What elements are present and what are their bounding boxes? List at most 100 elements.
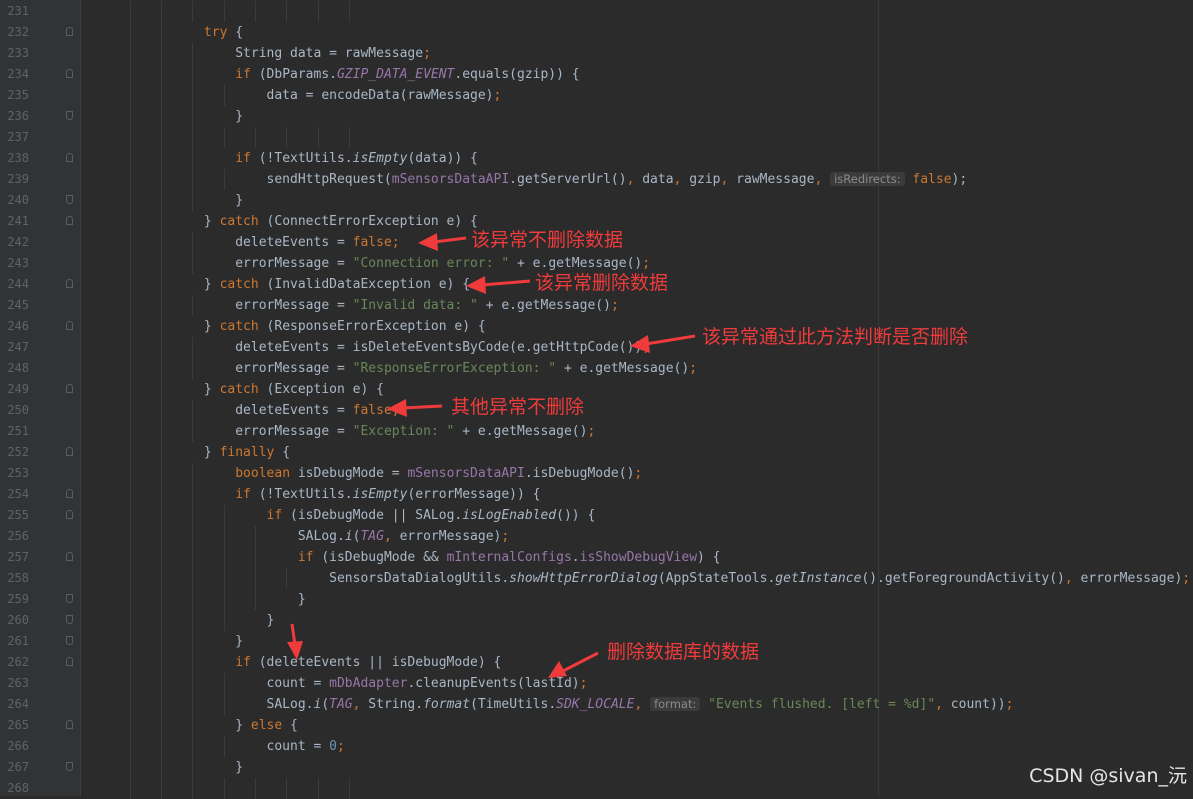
fold-marker-icon[interactable] xyxy=(66,279,73,288)
code-line[interactable]: 234 if (DbParams.GZIP_DATA_EVENT.equals(… xyxy=(0,64,1193,85)
code-line[interactable]: 249 } catch (Exception e) { xyxy=(0,379,1193,400)
code-line[interactable]: 264 SALog.i(TAG, String.format(TimeUtils… xyxy=(0,694,1193,715)
code-token: ; xyxy=(423,46,431,61)
code-line[interactable]: 239 sendHttpRequest(mSensorsDataAPI.getS… xyxy=(0,169,1193,190)
code-token: } xyxy=(110,718,251,733)
code-token: mSensorsDataAPI xyxy=(407,466,525,481)
code-line[interactable]: 245 errorMessage = "Invalid data: " + e.… xyxy=(0,295,1193,316)
fold-marker-icon[interactable] xyxy=(66,27,73,36)
code-text: } catch (ConnectErrorException e) { xyxy=(110,211,478,232)
code-token: String. xyxy=(360,697,424,712)
code-token: if xyxy=(266,508,283,523)
code-token: + e.getMessage() xyxy=(477,298,611,313)
code-line[interactable]: 263 count = mDbAdapter.cleanupEvents(las… xyxy=(0,673,1193,694)
code-line[interactable]: 259 } xyxy=(0,589,1193,610)
fold-marker-icon[interactable] xyxy=(66,636,73,645)
code-line[interactable]: 251 errorMessage = "Exception: " + e.get… xyxy=(0,421,1193,442)
fold-marker-icon[interactable] xyxy=(66,195,73,204)
fold-marker-icon[interactable] xyxy=(66,447,73,456)
fold-marker-icon[interactable] xyxy=(66,615,73,624)
code-token: count)) xyxy=(942,697,1006,712)
line-number: 267 xyxy=(7,760,29,774)
code-line[interactable]: 255 if (isDebugMode || SALog.isLogEnable… xyxy=(0,505,1193,526)
code-text: SALog.i(TAG, errorMessage); xyxy=(110,526,509,547)
code-line[interactable]: 267 } xyxy=(0,757,1193,778)
code-text: if (deleteEvents || isDebugMode) { xyxy=(110,652,501,673)
line-number: 238 xyxy=(7,151,29,165)
code-text: try { xyxy=(110,22,243,43)
fold-marker-icon[interactable] xyxy=(66,111,73,120)
code-line[interactable]: 236 } xyxy=(0,106,1193,127)
code-line[interactable]: 231 xyxy=(0,1,1193,22)
code-token: isEmpty xyxy=(352,151,408,166)
code-line[interactable]: 250 deleteEvents = false; xyxy=(0,400,1193,421)
code-text: } catch (Exception e) { xyxy=(110,379,384,400)
code-token: catch xyxy=(219,214,259,229)
code-token: ()) { xyxy=(556,508,596,523)
code-token: false xyxy=(352,403,392,418)
code-token: } xyxy=(110,193,244,208)
code-token: (Exception e) { xyxy=(258,382,384,397)
code-token: ; xyxy=(634,466,643,481)
code-editor[interactable]: 231 232 try {233 String data = rawMessage… xyxy=(0,0,1193,799)
code-token: if xyxy=(235,655,251,670)
code-token: deleteEvents = xyxy=(110,235,353,250)
code-line[interactable]: 235 data = encodeData(rawMessage); xyxy=(0,85,1193,106)
fold-marker-icon[interactable] xyxy=(66,69,73,78)
fold-marker-icon[interactable] xyxy=(66,321,73,330)
code-line[interactable]: 233 String data = rawMessage; xyxy=(0,43,1193,64)
line-number: 246 xyxy=(7,319,29,333)
fold-marker-icon[interactable] xyxy=(66,657,73,666)
code-line[interactable]: 240 } xyxy=(0,190,1193,211)
fold-marker-icon[interactable] xyxy=(66,153,73,162)
code-token: false xyxy=(352,235,392,250)
code-line[interactable]: 266 count = 0; xyxy=(0,736,1193,757)
code-line[interactable]: 253 boolean isDebugMode = mSensorsDataAP… xyxy=(0,463,1193,484)
fold-marker-icon[interactable] xyxy=(66,510,73,519)
fold-marker-icon[interactable] xyxy=(66,762,73,771)
code-line[interactable]: 261 } xyxy=(0,631,1193,652)
code-token: , xyxy=(383,529,392,544)
code-line[interactable]: 265 } else { xyxy=(0,715,1193,736)
line-number: 250 xyxy=(7,403,29,417)
code-text: String data = rawMessage; xyxy=(110,43,431,64)
code-token: format xyxy=(423,697,471,712)
code-line[interactable]: 248 errorMessage = "ResponseErrorExcepti… xyxy=(0,358,1193,379)
code-line[interactable]: 256 SALog.i(TAG, errorMessage); xyxy=(0,526,1193,547)
line-number: 245 xyxy=(7,298,29,312)
line-number: 258 xyxy=(7,571,29,585)
code-line[interactable]: 247 deleteEvents = isDeleteEventsByCode(… xyxy=(0,337,1193,358)
code-line[interactable]: 238 if (!TextUtils.isEmpty(data)) { xyxy=(0,148,1193,169)
code-token: SALog. xyxy=(110,697,314,712)
code-line[interactable]: 232 try { xyxy=(0,22,1193,43)
line-number: 234 xyxy=(7,67,29,81)
code-line[interactable]: 258 SensorsDataDialogUtils.showHttpError… xyxy=(0,568,1193,589)
fold-marker-icon[interactable] xyxy=(66,552,73,561)
annotation-response-decide: 该异常通过此方法判断是否删除 xyxy=(702,326,969,348)
code-line[interactable]: 257 if (isDebugMode && mInternalConfigs.… xyxy=(0,547,1193,568)
line-number: 256 xyxy=(7,529,29,543)
fold-marker-icon[interactable] xyxy=(66,489,73,498)
code-line[interactable]: 260 } xyxy=(0,610,1193,631)
code-token: catch xyxy=(219,382,259,397)
code-token: { xyxy=(274,445,291,460)
code-text: } catch (ResponseErrorException e) { xyxy=(110,316,486,337)
code-text: if (isDebugMode || SALog.isLogEnabled())… xyxy=(110,505,596,526)
fold-marker-icon[interactable] xyxy=(66,594,73,603)
code-line[interactable]: 246 } catch (ResponseErrorException e) { xyxy=(0,316,1193,337)
code-text: count = mDbAdapter.cleanupEvents(lastId)… xyxy=(110,673,588,694)
code-text: deleteEvents = false; xyxy=(110,232,399,253)
fold-marker-icon[interactable] xyxy=(66,720,73,729)
code-area[interactable]: 231 232 try {233 String data = rawMessage… xyxy=(0,0,1193,799)
code-token: data = encodeData(rawMessage) xyxy=(110,88,494,103)
code-token: SensorsDataDialogUtils. xyxy=(110,571,510,586)
code-line[interactable]: 254 if (!TextUtils.isEmpty(errorMessage)… xyxy=(0,484,1193,505)
code-line[interactable]: 252 } finally { xyxy=(0,442,1193,463)
fold-marker-icon[interactable] xyxy=(66,216,73,225)
fold-marker-icon[interactable] xyxy=(66,384,73,393)
code-line[interactable]: 262 if (deleteEvents || isDebugMode) { xyxy=(0,652,1193,673)
line-number: 259 xyxy=(7,592,29,606)
code-line[interactable]: 237 xyxy=(0,127,1193,148)
